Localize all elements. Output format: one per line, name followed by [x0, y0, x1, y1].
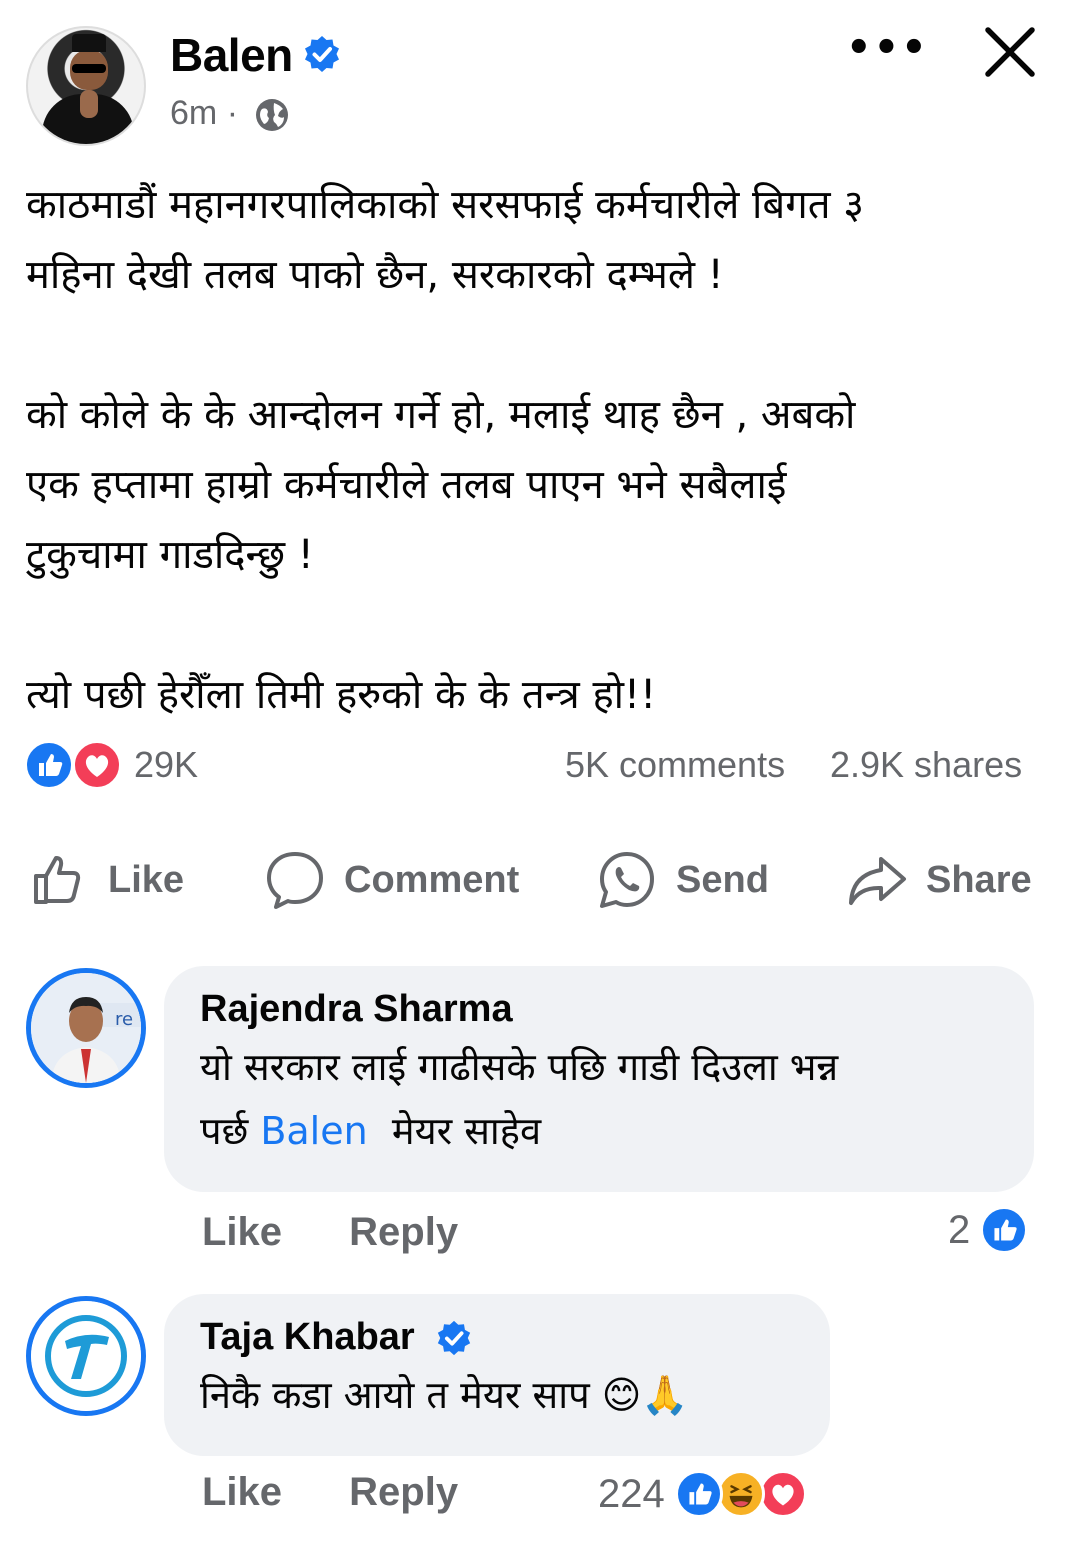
- comment-bubble: Rajendra Sharma यो सरकार लाई गाढीसके पछि…: [164, 966, 1034, 1192]
- post-header: Balen 6m · •••: [0, 0, 1070, 160]
- post-action-bar: Like Comment Send Share: [0, 840, 1070, 920]
- post-paragraph: काठमाडौं महानगरपालिकाको सरसफाई कर्मचारील…: [26, 182, 865, 298]
- comment-reactions[interactable]: 2: [948, 1206, 1029, 1254]
- commenter-name[interactable]: Taja Khabar: [200, 1316, 415, 1359]
- comment-reply-button[interactable]: Reply: [349, 1470, 458, 1514]
- more-icon[interactable]: •••: [846, 28, 927, 72]
- comment-text: यो सरकार लाई गाढीसके पछि गाडी दिउला भन्न…: [200, 1035, 998, 1163]
- comment-actions: Like Reply: [202, 1210, 514, 1255]
- globe-icon: [256, 99, 288, 131]
- commenter-avatar[interactable]: re: [26, 968, 146, 1088]
- comment-reply-button[interactable]: Reply: [349, 1210, 458, 1254]
- svg-text:re: re: [115, 1009, 133, 1030]
- share-button-label: Share: [926, 858, 1032, 901]
- commenter-avatar[interactable]: [26, 1296, 146, 1416]
- commenter-name[interactable]: Rajendra Sharma: [200, 988, 998, 1031]
- send-button-label: Send: [676, 858, 769, 901]
- like-reaction-icon: [980, 1206, 1029, 1254]
- post-stats: 29K 5K comments 2.9K shares: [0, 730, 1070, 800]
- comment-text-part: मेयर साहेव: [367, 1109, 542, 1153]
- verified-badge-icon: [437, 1320, 470, 1355]
- comment-icon: [267, 852, 323, 909]
- comment-button[interactable]: Comment: [264, 840, 519, 920]
- comment-reaction-count: 224: [598, 1471, 665, 1516]
- like-button[interactable]: Like: [30, 840, 184, 920]
- post-meta: 6m ·: [170, 94, 238, 133]
- author-name[interactable]: Balen: [170, 28, 293, 82]
- post-paragraph: त्यो पछी हेरौँला तिमी हरुको के के तन्त्र…: [26, 672, 657, 718]
- share-arrow-icon: [849, 857, 906, 905]
- like-reaction-icon[interactable]: [24, 740, 74, 790]
- whatsapp-send-icon: [600, 852, 654, 908]
- like-reaction-icon: [674, 1470, 723, 1518]
- comment-text: निकै कडा आयो त मेयर साप 😊🙏: [200, 1373, 689, 1417]
- post-paragraph: को कोले के के आन्दोलन गर्ने हो, मलाई थाह…: [26, 392, 856, 578]
- verified-badge-icon: [305, 36, 339, 72]
- meta-separator: ·: [226, 94, 239, 132]
- haha-reaction-icon: [716, 1470, 765, 1518]
- shares-count[interactable]: 2.9K shares: [830, 744, 1022, 786]
- send-button[interactable]: Send: [596, 840, 769, 920]
- commenter-name-row: Taja Khabar: [200, 1316, 794, 1359]
- comment-like-button[interactable]: Like: [202, 1470, 282, 1514]
- comments-count[interactable]: 5K comments: [565, 744, 785, 786]
- comment-bubble: Taja Khabar निकै कडा आयो त मेयर साप 😊🙏: [164, 1294, 830, 1456]
- mention-link[interactable]: Balen: [260, 1109, 367, 1153]
- reaction-count[interactable]: 29K: [134, 744, 198, 786]
- close-icon[interactable]: [980, 22, 1040, 82]
- comment-button-label: Comment: [344, 858, 520, 901]
- like-button-label: Like: [108, 858, 185, 901]
- love-reaction-icon[interactable]: [72, 740, 122, 790]
- thumbs-up-icon: [34, 856, 81, 904]
- comment-actions: Like Reply: [202, 1470, 514, 1515]
- love-reaction-icon: [758, 1470, 807, 1518]
- comment-reaction-count: 2: [948, 1207, 971, 1252]
- post-time: 6m: [170, 94, 218, 132]
- share-button[interactable]: Share: [846, 840, 1032, 920]
- author-avatar[interactable]: [26, 26, 146, 146]
- comment-like-button[interactable]: Like: [202, 1210, 282, 1254]
- comment-reactions[interactable]: 224: [598, 1470, 807, 1518]
- post-body: काठमाडौं महानगरपालिकाको सरसफाई कर्मचारील…: [26, 170, 1046, 730]
